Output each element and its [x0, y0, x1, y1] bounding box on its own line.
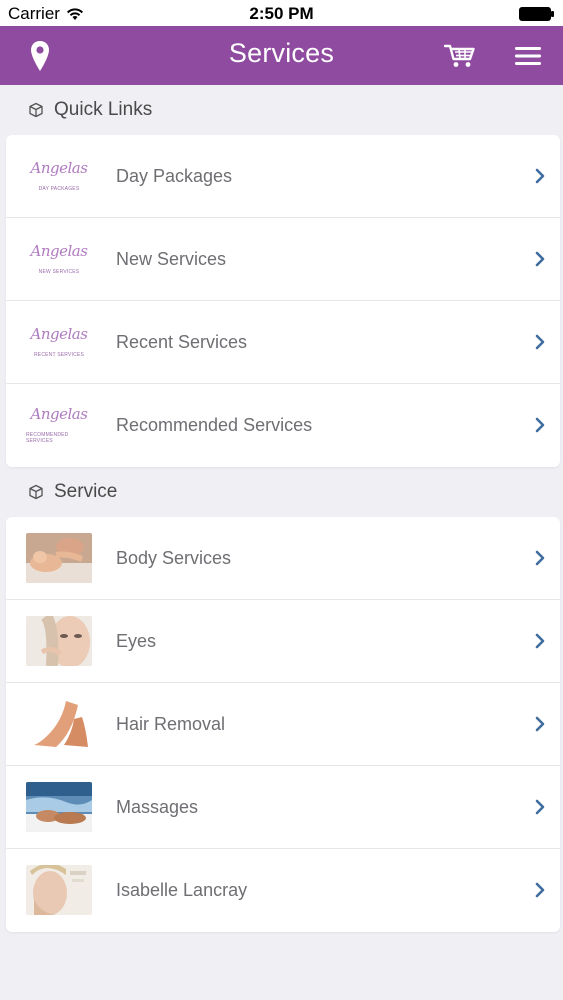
isabelle-lancray-photo: [26, 861, 92, 919]
chevron-right-icon: [535, 633, 545, 649]
massages-image: [26, 782, 92, 832]
list-item-label: Recommended Services: [116, 415, 313, 435]
section-title: Quick Links: [54, 99, 153, 120]
service-header: Service: [0, 467, 563, 517]
list-item-label: Eyes: [116, 631, 157, 651]
chevron-right-icon: [535, 882, 545, 898]
list-item-label: Recent Services: [116, 332, 248, 352]
massages-photo: [26, 778, 92, 836]
logo-wordmark: Angelas: [30, 159, 88, 177]
list-item-body-services[interactable]: Body Services: [6, 517, 560, 600]
box-icon: [29, 102, 43, 118]
list-item-label: Body Services: [116, 548, 232, 568]
chevron-right-icon: [535, 550, 545, 566]
chevron-right-icon: [535, 799, 545, 815]
services-list: Body Services Eyes Hair Removal Massages…: [6, 517, 560, 932]
box-icon: [29, 484, 43, 500]
spa-logo-thumbnail: Angelas NEW SERVICES: [26, 230, 92, 288]
isabelle-lancray-image: [26, 865, 92, 915]
list-item-label: Isabelle Lancray: [116, 880, 248, 900]
list-item-label: New Services: [116, 249, 227, 269]
logo-caption: DAY PACKAGES: [38, 186, 80, 192]
clock: 2:50 PM: [249, 4, 314, 23]
list-item-eyes[interactable]: Eyes: [6, 600, 560, 683]
logo-wordmark: Angelas: [30, 405, 88, 423]
menu-button[interactable]: [506, 26, 550, 85]
list-item-label: Hair Removal: [116, 714, 226, 734]
list-item-label: Day Packages: [116, 166, 233, 186]
body-services-image: [26, 533, 92, 583]
chevron-right-icon: [535, 716, 545, 732]
chevron-right-icon: [535, 168, 545, 184]
spa-logo-thumbnail: Angelas DAY PACKAGES: [26, 147, 92, 205]
eyes-photo: [26, 612, 92, 670]
list-item-label: Massages: [116, 797, 199, 817]
logo-wordmark: Angelas: [30, 242, 88, 260]
hair-removal-image: [26, 699, 92, 749]
logo-wordmark: Angelas: [30, 325, 88, 343]
status-bar: Carrier 2:50 PM: [0, 0, 563, 26]
section-title: Service: [54, 481, 118, 502]
list-item-day-packages[interactable]: Angelas DAY PACKAGES Day Packages: [6, 135, 560, 218]
logo-caption: RECOMMENDED SERVICES: [26, 432, 69, 444]
quick-links-list: Angelas DAY PACKAGES Day Packages Angela…: [6, 135, 560, 467]
spa-logo-thumbnail: Angelas RECOMMENDED SERVICES: [26, 396, 92, 454]
hair-removal-photo: [26, 695, 92, 753]
cart-button[interactable]: [437, 26, 483, 85]
battery-icon: [519, 7, 554, 21]
cart-icon: [444, 44, 475, 67]
list-item-recent-services[interactable]: Angelas RECENT SERVICES Recent Services: [6, 301, 560, 384]
body-services-photo: [26, 529, 92, 587]
list-item-massages[interactable]: Massages: [6, 766, 560, 849]
nav-bar: Services: [0, 26, 563, 85]
list-item-recommended-services[interactable]: Angelas RECOMMENDED SERVICES Recommended…: [6, 384, 560, 467]
chevron-right-icon: [535, 251, 545, 267]
eyes-image: [26, 616, 92, 666]
quick-links-header: Quick Links: [0, 85, 563, 135]
list-item-new-services[interactable]: Angelas NEW SERVICES New Services: [6, 218, 560, 301]
spa-logo-thumbnail: Angelas RECENT SERVICES: [26, 313, 92, 371]
chevron-right-icon: [535, 417, 545, 433]
logo-caption: NEW SERVICES: [38, 269, 80, 275]
list-item-hair-removal[interactable]: Hair Removal: [6, 683, 560, 766]
list-item-isabelle-lancray[interactable]: Isabelle Lancray: [6, 849, 560, 932]
logo-caption: RECENT SERVICES: [33, 352, 85, 358]
chevron-right-icon: [535, 334, 545, 350]
hamburger-menu-icon: [515, 46, 541, 65]
